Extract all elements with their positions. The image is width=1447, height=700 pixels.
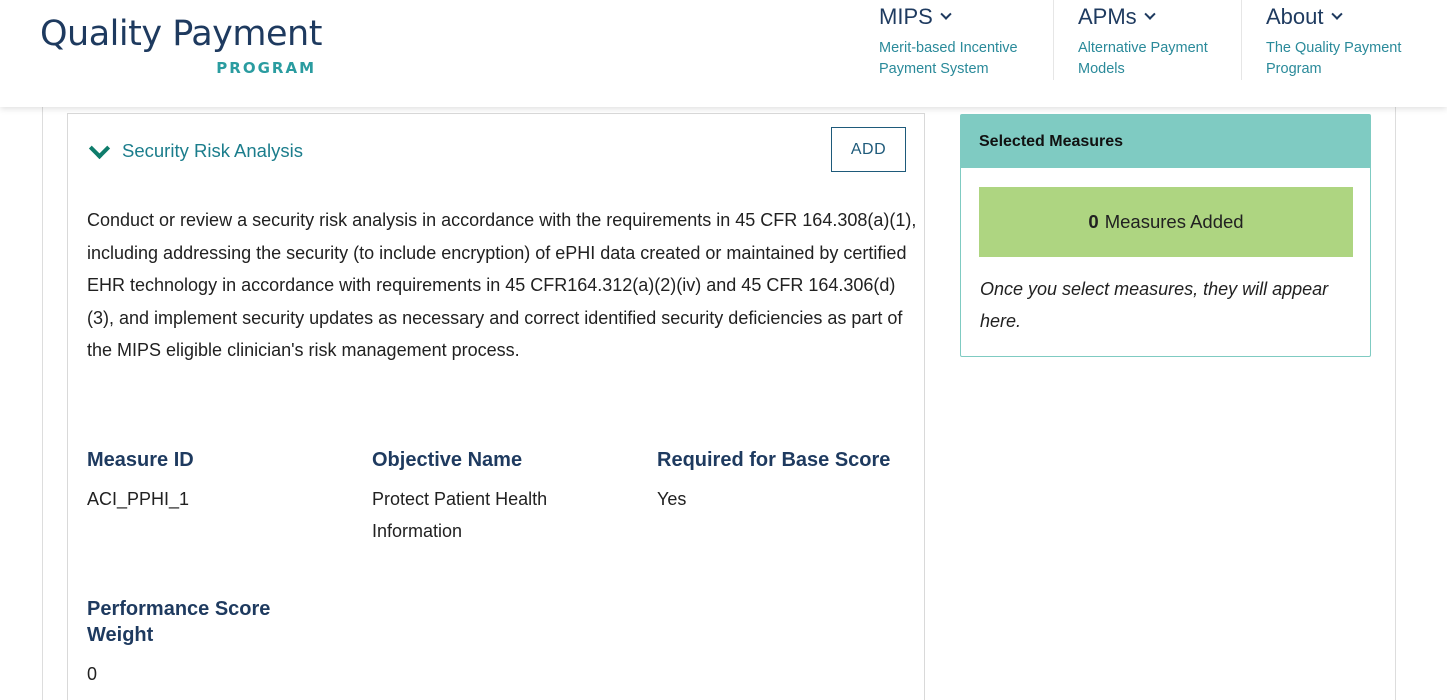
chevron-down-icon: [940, 8, 952, 20]
field-value: 0: [87, 664, 98, 684]
measures-count-number: 0: [1088, 211, 1099, 232]
measures-added-count: 0 Measures Added: [979, 187, 1353, 257]
measure-expand-toggle[interactable]: Security Risk Analysis: [88, 140, 303, 162]
nav-about-title[interactable]: About: [1266, 4, 1343, 30]
selected-measures-heading: Selected Measures: [961, 115, 1370, 168]
chevron-down-icon: [1330, 8, 1343, 20]
selected-measures-note: Once you select measures, they will appe…: [980, 279, 1329, 331]
logo-main-text: Quality Payment: [40, 14, 322, 54]
field-performance-score-weight: Performance Score Weight 0: [87, 596, 317, 690]
nav-mips-label: MIPS: [879, 4, 933, 29]
measure-description: Conduct or review a security risk analys…: [87, 210, 917, 360]
nav-divider: [1053, 0, 1054, 80]
nav-mips-desc: Merit-based Incentive Payment System: [879, 40, 1018, 77]
add-measure-button[interactable]: ADD: [831, 127, 906, 172]
nav-divider: [1241, 0, 1242, 80]
field-label: Required for Base Score: [657, 449, 891, 471]
chevron-down-icon: [88, 140, 110, 162]
nav-apms-title[interactable]: APMs: [1078, 4, 1156, 30]
nav-apms-desc: Alternative Payment Models: [1078, 40, 1208, 77]
field-label: Objective Name: [372, 449, 523, 471]
measure-card: Security Risk Analysis ADD Conduct or re…: [67, 113, 925, 700]
field-label: Performance Score Weight: [87, 598, 271, 646]
site-header: Quality Payment PROGRAM MIPS Merit-based…: [0, 0, 1447, 107]
field-objective-name: Objective Name Protect Patient Health In…: [372, 447, 632, 547]
logo-sub-text: PROGRAM: [216, 59, 316, 77]
field-measure-id: Measure ID ACI_PPHI_1: [87, 447, 347, 515]
nav-mips-title[interactable]: MIPS: [879, 4, 952, 30]
nav-about-desc: The Quality Payment Program: [1266, 40, 1402, 77]
field-required-base-score: Required for Base Score Yes: [657, 447, 919, 515]
measure-title: Security Risk Analysis: [122, 140, 303, 161]
field-value: ACI_PPHI_1: [87, 489, 190, 509]
field-value: Yes: [657, 489, 687, 509]
nav-apms-label: APMs: [1078, 4, 1137, 29]
field-value: Protect Patient Health Information: [372, 489, 548, 541]
field-label: Measure ID: [87, 449, 194, 471]
measures-count-label: Measures Added: [1104, 211, 1244, 232]
nav-about-label: About: [1266, 4, 1324, 29]
qpp-logo[interactable]: Quality Payment PROGRAM: [40, 14, 330, 84]
selected-measures-panel: Selected Measures 0 Measures Added Once …: [960, 114, 1371, 357]
chevron-down-icon: [1144, 8, 1156, 20]
